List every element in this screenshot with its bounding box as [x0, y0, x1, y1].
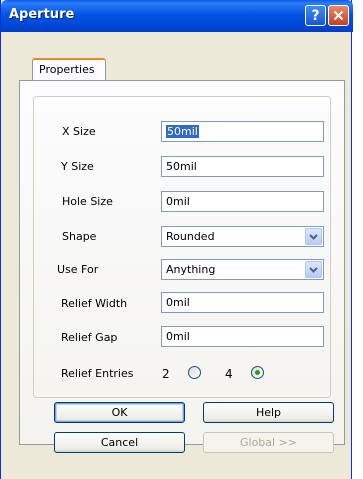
help-button-label: Help [255, 406, 282, 419]
x-size-value: 50mil [166, 125, 199, 138]
hole-size-input[interactable]: 0mil [161, 191, 324, 212]
relief-entries-label: Relief Entries [61, 367, 134, 380]
use-for-select[interactable]: Anything [161, 259, 324, 280]
relief-entries-radio-2[interactable] [188, 366, 201, 379]
use-for-dropdown-button[interactable] [305, 261, 322, 278]
help-button[interactable]: Help [203, 402, 334, 423]
relief-width-label: Relief Width [61, 297, 128, 310]
close-icon [333, 10, 344, 21]
global-button-label: Global >> [239, 436, 298, 449]
window-title: Aperture [9, 7, 75, 22]
shape-dropdown-button[interactable] [305, 228, 322, 245]
shape-select[interactable]: Rounded [161, 226, 324, 247]
cancel-button[interactable]: Cancel [54, 432, 185, 453]
ok-button[interactable]: OK [54, 402, 185, 423]
tab-properties[interactable]: Properties [32, 58, 106, 80]
use-for-value: Anything [166, 263, 216, 276]
aperture-dialog: Aperture ? Properties X Size 50mil Y Siz… [0, 0, 353, 479]
global-button: Global >> [203, 432, 334, 453]
title-help-button[interactable]: ? [305, 5, 326, 26]
x-size-label: X Size [62, 125, 96, 138]
shape-label: Shape [62, 230, 97, 243]
x-size-input[interactable]: 50mil [161, 121, 324, 142]
hole-size-label: Hole Size [62, 195, 113, 208]
relief-entries-option-2-label: 2 [162, 367, 170, 381]
relief-entries-option-4-label: 4 [225, 367, 233, 381]
question-mark-icon: ? [311, 7, 320, 24]
y-size-input[interactable]: 50mil [161, 156, 324, 177]
tab-properties-label: Properties [39, 63, 95, 76]
chevron-down-icon [309, 233, 318, 240]
y-size-label: Y Size [61, 160, 94, 173]
hole-size-value: 0mil [166, 195, 190, 208]
chevron-down-icon [309, 266, 318, 273]
radio-selected-dot-icon [255, 370, 260, 375]
relief-gap-input[interactable]: 0mil [161, 326, 324, 347]
use-for-label: Use For [57, 263, 99, 276]
relief-width-input[interactable]: 0mil [161, 292, 324, 313]
ok-button-label: OK [111, 406, 128, 419]
title-close-button[interactable] [328, 5, 349, 26]
relief-gap-value: 0mil [166, 330, 190, 343]
cancel-button-label: Cancel [100, 436, 139, 449]
relief-gap-label: Relief Gap [61, 331, 118, 344]
title-bar[interactable]: Aperture ? [1, 0, 353, 32]
relief-entries-radio-4[interactable] [251, 366, 264, 379]
relief-width-value: 0mil [166, 296, 190, 309]
shape-value: Rounded [166, 230, 215, 243]
y-size-value: 50mil [166, 160, 197, 173]
